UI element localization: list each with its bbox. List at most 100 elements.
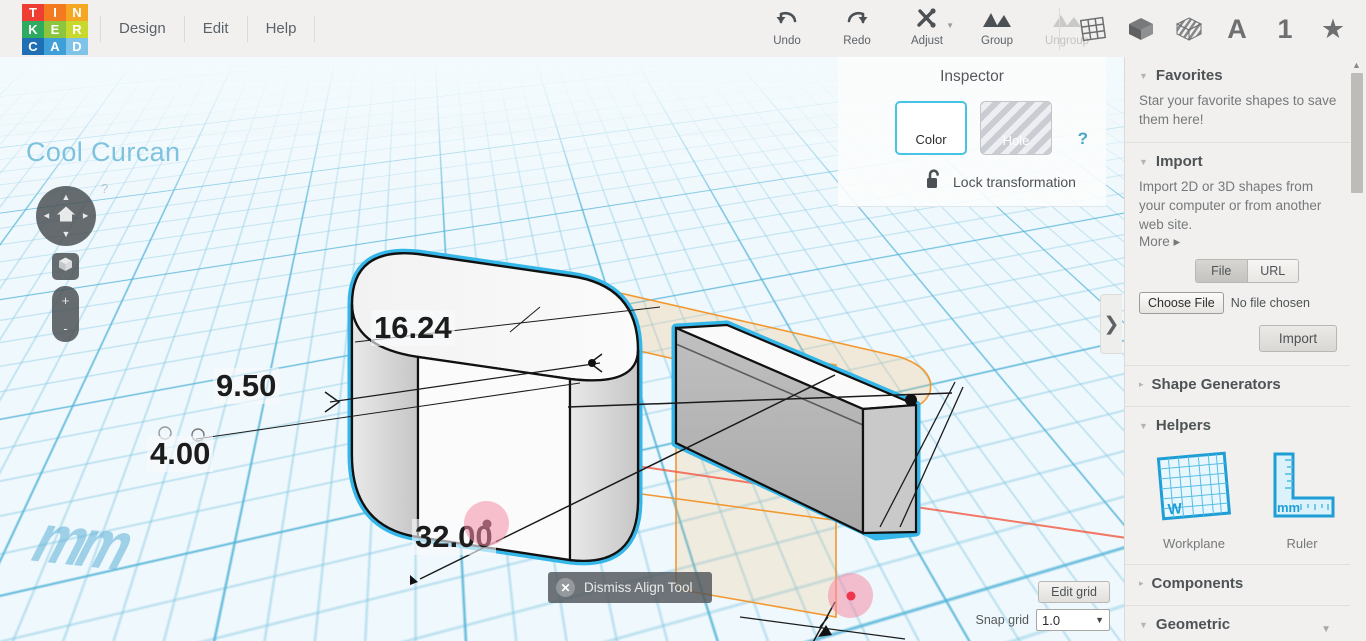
undo-icon [752,5,822,33]
dimension-label-height[interactable]: 16.24 [371,310,455,346]
no-file-chosen-label: No file chosen [1230,296,1310,310]
import-more-link[interactable]: More ▸ [1139,234,1337,250]
workplane-label: Workplane [1163,536,1225,551]
inspector-help-icon[interactable]: ? [1078,129,1088,149]
grid-icon[interactable] [1076,12,1110,46]
shape-generators-header[interactable]: ▸ Shape Generators [1139,376,1337,393]
dismiss-align-tool-button[interactable]: ✕ Dismiss Align Tool [548,572,712,603]
dismiss-align-tool-label: Dismiss Align Tool [584,580,693,595]
redo-label: Redo [843,35,871,47]
shape-generators-title: Shape Generators [1151,376,1281,393]
import-source-toggle[interactable]: File URL [1195,259,1299,283]
ruler-label: Ruler [1286,536,1318,551]
sidebar-scrollbar[interactable]: ▲ [1350,57,1364,641]
adjust-button[interactable]: ▼ Adjust [892,5,962,47]
import-title: Import [1155,153,1203,170]
action-toolbar: Undo Redo ▼ Adjust Group Ungroup [752,5,1102,55]
redo-icon [822,5,892,33]
grid-controls: Edit grid Snap grid 1.0 ▼ [950,581,1110,631]
ruler-icon: mm [1261,452,1343,530]
color-button-label: Color [915,132,947,147]
logo-tile-4: E [44,21,66,38]
adjust-caret-icon: ▼ [946,21,954,30]
workplane-icon: W [1153,451,1235,530]
menu-item-help[interactable]: Help [248,15,316,42]
menu-item-design[interactable]: Design [100,15,185,42]
components-title: Components [1151,575,1244,592]
helper-workplane[interactable]: W Workplane [1153,448,1235,551]
sidebar-collapse-handle[interactable]: ❯ [1100,294,1122,354]
snap-grid-select[interactable]: 1.0 ▼ [1036,609,1110,631]
menu-item-edit[interactable]: Edit [185,15,248,42]
group-button[interactable]: Group [962,5,1032,47]
import-file-row: Choose File No file chosen [1139,292,1337,314]
edit-grid-button[interactable]: Edit grid [1038,581,1110,603]
import-header[interactable]: ▼ Import [1139,153,1337,170]
sidebar-scroll-down-icon[interactable]: ▼ [1321,624,1331,635]
color-button[interactable]: Color [895,101,967,155]
chevron-down-icon: ▼ [1139,420,1148,431]
snap-grid-label: Snap grid [975,613,1029,627]
undo-button[interactable]: Undo [752,5,822,47]
import-source-file[interactable]: File [1196,260,1247,282]
scroll-up-icon[interactable]: ▲ [1352,60,1361,70]
chevron-down-icon: ▼ [1139,619,1148,630]
hole-button[interactable]: Hole [980,101,1052,155]
logo-tile-1: I [44,4,66,21]
redo-button[interactable]: Redo [822,5,892,47]
logo-tile-0: T [22,4,44,21]
group-icon [962,5,1032,33]
hole-cube-icon[interactable] [1172,12,1206,46]
tinkercad-logo[interactable]: T I N K E R C A D [22,4,88,55]
logo-tile-2: N [66,4,88,21]
helper-ruler[interactable]: mm Ruler [1261,448,1343,551]
dimension-label-radius[interactable]: 4.00 [147,436,214,472]
sidebar-section-components: ▸ Components [1125,565,1351,606]
snap-grid-row: Snap grid 1.0 ▼ [950,609,1110,631]
logo-tile-8: D [66,38,88,55]
chevron-right-icon: ▸ [1139,379,1144,389]
resize-handle-corner[interactable] [828,573,873,618]
group-label: Group [981,35,1013,47]
geometric-title: Geometric [1155,616,1231,633]
scrollbar-thumb[interactable] [1351,73,1363,193]
helpers-title: Helpers [1155,417,1211,434]
cube-icon[interactable] [1124,12,1158,46]
components-header[interactable]: ▸ Components [1139,575,1337,592]
import-source-url[interactable]: URL [1246,260,1298,282]
unlock-icon [926,169,943,195]
lock-transformation-label: Lock transformation [953,174,1076,190]
sidebar-scroll-content: ▼ Favorites Star your favorite shapes to… [1125,57,1351,641]
chevron-right-icon: ▸ [1139,578,1144,588]
star-icon[interactable]: ★ [1316,12,1350,46]
inspector-panel: Inspector Color Hole ? Lock transformati… [838,55,1106,207]
adjust-label: Adjust [911,35,943,47]
favorites-header[interactable]: ▼ Favorites [1139,67,1337,84]
top-bar: T I N K E R C A D Design Edit Help Undo [0,0,1366,57]
logo-tile-5: R [66,21,88,38]
import-button[interactable]: Import [1259,325,1337,352]
resize-handle-top[interactable] [464,501,509,546]
sidebar-section-import: ▼ Import Import 2D or 3D shapes from you… [1125,143,1351,366]
helpers-header[interactable]: ▼ Helpers [1139,417,1337,434]
import-body: Import 2D or 3D shapes from your compute… [1139,179,1322,232]
dimension-label-depth[interactable]: 9.50 [213,368,280,404]
geometric-header[interactable]: ▼ Geometric [1139,616,1337,633]
favorites-body: Star your favorite shapes to save them h… [1139,93,1337,127]
number-one-icon[interactable]: 1 [1268,12,1302,46]
svg-text:W: W [1167,500,1183,518]
sidebar-section-favorites: ▼ Favorites Star your favorite shapes to… [1125,57,1351,143]
chevron-down-icon: ▼ [1139,70,1148,81]
letter-a-icon[interactable]: A [1220,12,1254,46]
sidebar-section-shape-generators: ▸ Shape Generators [1125,366,1351,407]
undo-label: Undo [773,35,801,47]
lock-transformation-row[interactable]: Lock transformation [926,169,1106,195]
sidebar-section-helpers: ▼ Helpers W Workplane mm Ruler [1125,407,1351,565]
svg-text:mm: mm [1277,500,1300,515]
logo-tile-6: C [22,38,44,55]
choose-file-button[interactable]: Choose File [1139,292,1224,314]
logo-tile-7: A [44,38,66,55]
import-more-label: More [1139,234,1170,249]
helpers-items: W Workplane mm Ruler [1153,448,1337,551]
sidebar-section-geometric: ▼ Geometric [1125,606,1351,641]
